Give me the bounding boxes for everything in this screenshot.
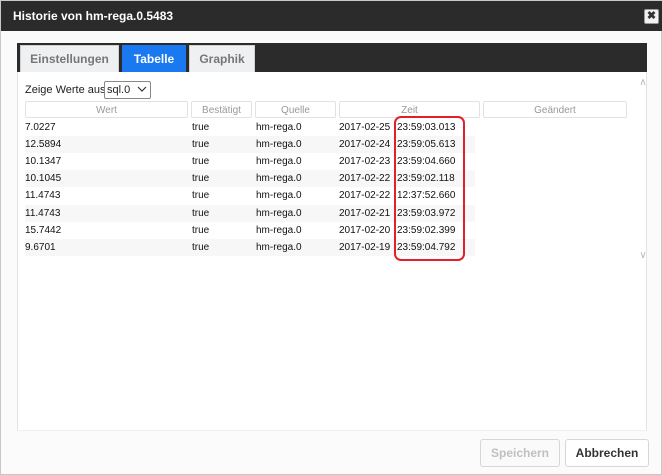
cell-bestaetigt: true: [192, 122, 210, 133]
tab-einstellungen[interactable]: Einstellungen: [20, 45, 119, 72]
filter-label: Zeige Werte aus: [25, 84, 106, 96]
cell-datum: 2017-02-23: [339, 156, 391, 168]
cell-datum: 2017-02-21: [339, 207, 391, 219]
cell-bestaetigt: true: [192, 173, 210, 185]
time-highlight-box: [394, 116, 465, 261]
cell-wert: 10.1347: [25, 156, 62, 168]
cell-datum: 2017-02-25: [339, 122, 391, 133]
dialog-title: Historie von hm-rega.0.5483: [13, 9, 174, 23]
column-header-quelle[interactable]: Quelle: [255, 101, 336, 118]
cell-wert: 12.5894: [25, 139, 62, 151]
cell-wert: 7.0227: [25, 122, 56, 133]
cell-quelle: hm-rega.0: [256, 190, 302, 202]
cell-bestaetigt: true: [192, 139, 210, 151]
source-select[interactable]: sql.0: [104, 81, 151, 99]
cell-wert: 11.4743: [25, 190, 61, 202]
cell-quelle: hm-rega.0: [256, 207, 302, 219]
column-header-bestaetigt[interactable]: Bestätigt: [191, 101, 252, 118]
cell-wert: 15.7442: [25, 224, 62, 236]
scroll-up-icon[interactable]: ∧: [637, 77, 649, 88]
cell-bestaetigt: true: [192, 224, 210, 236]
cell-quelle: hm-rega.0: [256, 139, 302, 151]
cell-datum: 2017-02-22: [339, 173, 391, 185]
column-header-wert[interactable]: Wert: [25, 101, 188, 118]
save-button[interactable]: Speichern: [480, 439, 560, 467]
cell-bestaetigt: true: [192, 207, 210, 219]
scroll-down-icon[interactable]: ∨: [637, 250, 649, 261]
column-header-geaendert[interactable]: Geändert: [483, 101, 627, 118]
cell-quelle: hm-rega.0: [256, 224, 302, 236]
tab-bar: Einstellungen Tabelle Graphik: [17, 43, 647, 72]
dialog-titlebar[interactable]: Historie von hm-rega.0.5483 ✖: [1, 1, 662, 31]
cell-quelle: hm-rega.0: [256, 156, 302, 168]
chevron-down-icon: [137, 86, 147, 92]
panel-divider: [17, 430, 647, 431]
cell-datum: 2017-02-19: [339, 241, 391, 253]
cell-wert: 9.6701: [25, 241, 56, 253]
tab-graphik[interactable]: Graphik: [189, 45, 255, 72]
cell-datum: 2017-02-24: [339, 139, 391, 151]
source-select-value: sql.0: [107, 84, 131, 96]
cell-bestaetigt: true: [192, 241, 210, 253]
history-dialog: Historie von hm-rega.0.5483 ✖ Einstellun…: [0, 0, 662, 475]
cell-wert: 10.1045: [25, 173, 62, 185]
cell-quelle: hm-rega.0: [256, 122, 302, 133]
tab-tabelle[interactable]: Tabelle: [122, 45, 186, 72]
cell-bestaetigt: true: [192, 156, 210, 168]
close-icon[interactable]: ✖: [644, 9, 659, 24]
cell-quelle: hm-rega.0: [256, 241, 302, 253]
cell-quelle: hm-rega.0: [256, 173, 302, 185]
cell-bestaetigt: true: [192, 190, 210, 202]
cell-datum: 2017-02-20: [339, 224, 391, 236]
cell-datum: 2017-02-22: [339, 190, 391, 202]
cell-wert: 11.4743: [25, 207, 61, 219]
cancel-button[interactable]: Abbrechen: [565, 439, 649, 467]
